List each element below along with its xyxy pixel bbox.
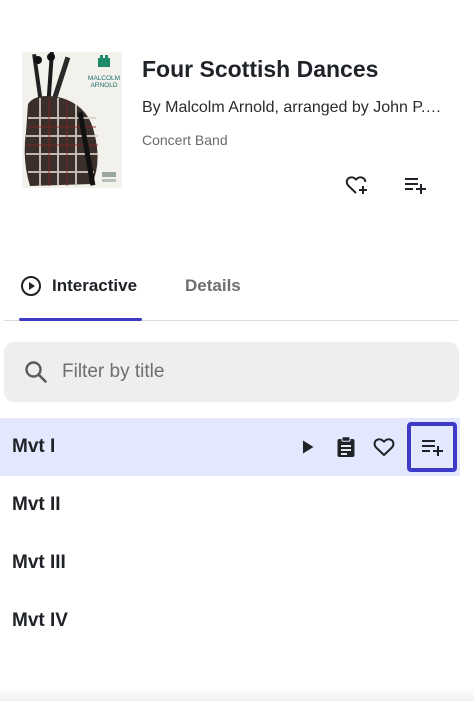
track-row[interactable]: Mvt III — [0, 534, 460, 592]
track-title: Mvt I — [12, 436, 56, 457]
track-play-button[interactable] — [289, 423, 327, 471]
album-subtitle: By Malcolm Arnold, arranged by John P. P… — [142, 99, 442, 116]
clipboard-icon — [337, 436, 355, 457]
album-cover-art: MALCOLM ARNOLD — [22, 52, 122, 188]
filter-input[interactable] — [62, 361, 422, 383]
playlist-add-icon — [405, 178, 426, 194]
cover-composer-line2: ARNOLD — [90, 82, 117, 89]
search-icon — [25, 361, 47, 383]
album-add-to-queue-button[interactable] — [402, 172, 428, 198]
album-favorite-button[interactable] — [344, 172, 370, 198]
track-title: Mvt IV — [12, 610, 68, 631]
tab-interactive-label: Interactive — [52, 276, 138, 295]
track-notes-button[interactable] — [327, 423, 365, 471]
cover-composer-line1: MALCOLM — [88, 75, 120, 82]
track-actions — [289, 418, 460, 476]
track-title: Mvt II — [12, 494, 61, 515]
play-icon — [303, 440, 314, 454]
track-add-to-queue-button[interactable] — [407, 422, 457, 472]
playlist-add-icon — [422, 440, 443, 456]
track-row[interactable]: Mvt I — [0, 418, 460, 476]
play-circle-icon — [21, 276, 41, 296]
track-list: Mvt I Mvt II Mvt III Mvt IV — [0, 418, 474, 650]
active-tab-indicator — [19, 318, 142, 321]
heart-plus-icon — [345, 176, 367, 194]
bottom-edge — [0, 688, 474, 701]
album-title: Four Scottish Dances — [142, 56, 379, 82]
album-header: MALCOLM ARNOLD Four Scottish Dances By M… — [0, 0, 474, 230]
track-favorite-button[interactable] — [365, 423, 403, 471]
filter-bar[interactable] — [4, 342, 459, 402]
track-title: Mvt III — [12, 552, 66, 573]
album-ensemble: Concert Band — [142, 132, 228, 148]
tab-bar: Interactive Details — [0, 258, 474, 324]
tab-interactive[interactable]: Interactive — [20, 272, 137, 300]
tab-details-label: Details — [185, 276, 241, 295]
track-row[interactable]: Mvt IV — [0, 592, 460, 650]
track-row[interactable]: Mvt II — [0, 476, 460, 534]
heart-icon — [373, 438, 395, 456]
album-cover[interactable]: MALCOLM ARNOLD — [22, 52, 122, 188]
tab-details[interactable]: Details — [185, 272, 241, 300]
